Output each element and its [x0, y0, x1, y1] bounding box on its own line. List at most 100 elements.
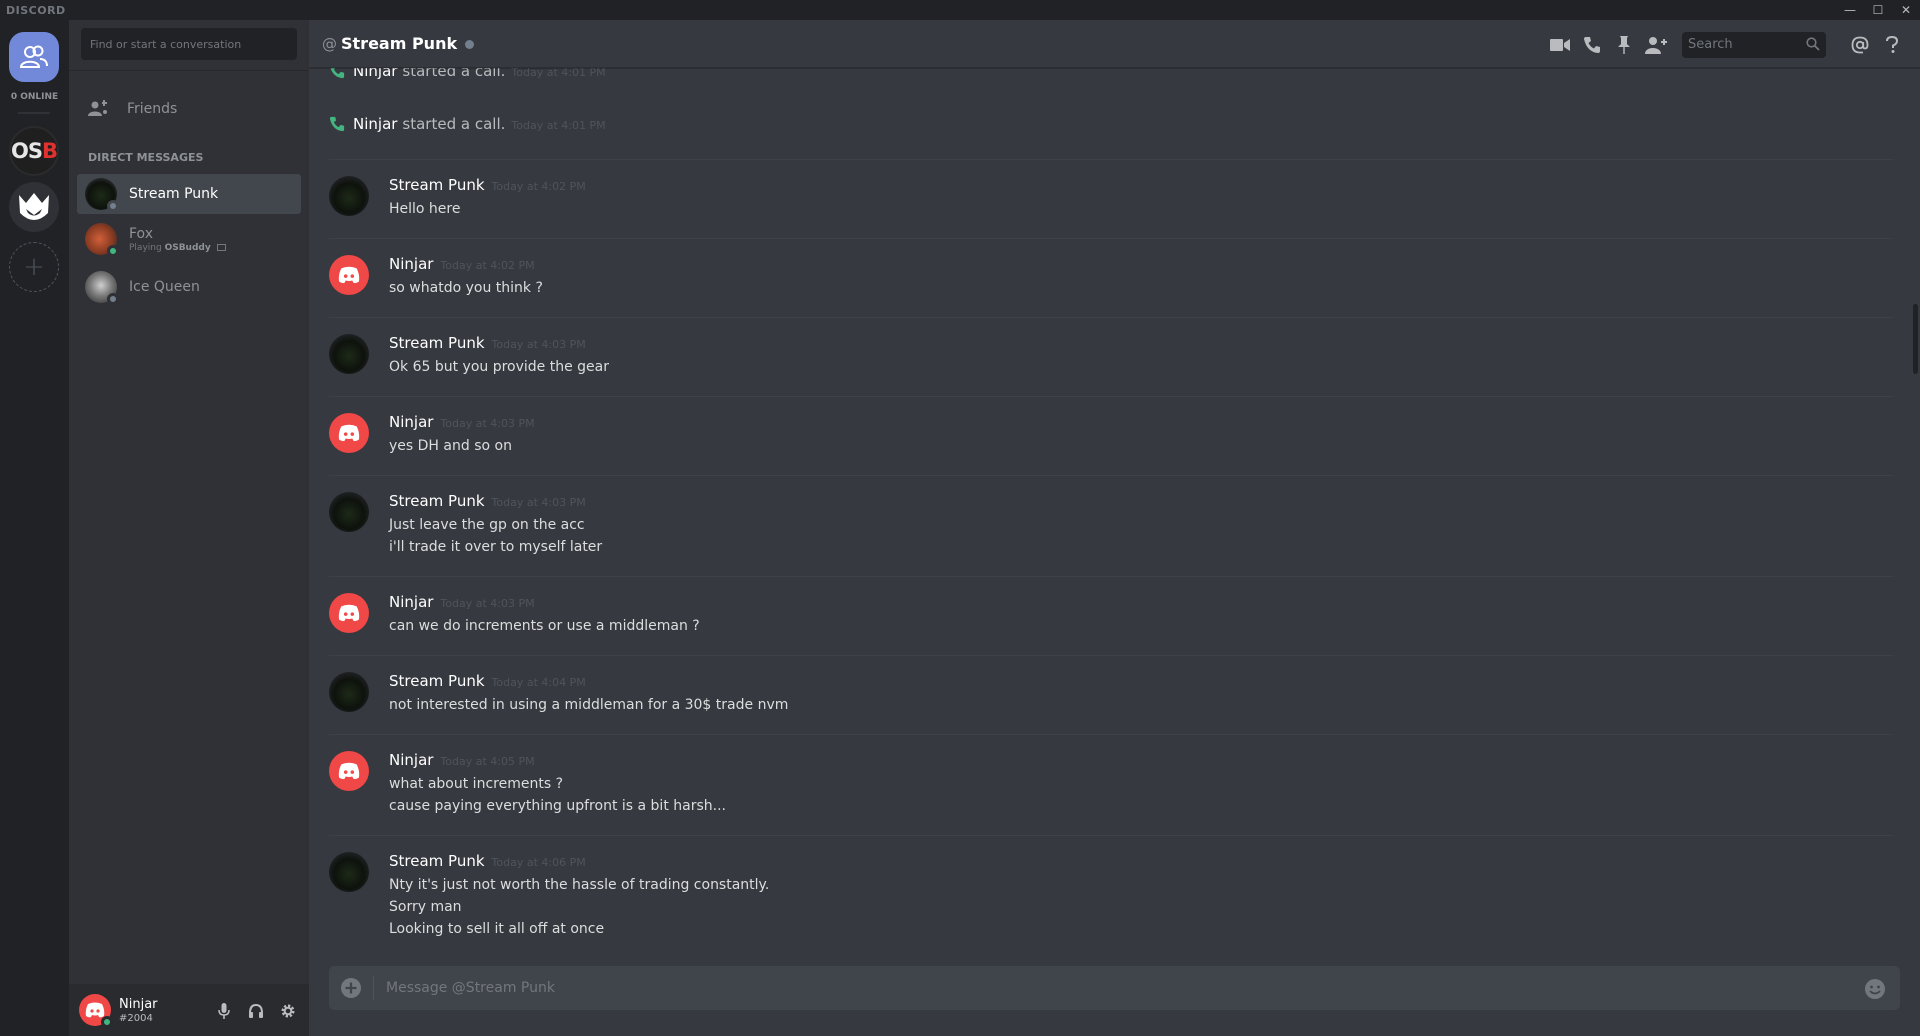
discord-logo-icon: [85, 1002, 105, 1018]
deafen-button[interactable]: [247, 1002, 265, 1020]
author-name[interactable]: Ninjar: [389, 751, 433, 769]
message-text: Hello here: [389, 201, 461, 217]
message-group: Ninjar Today at 4:05 PM what about increm…: [329, 734, 1893, 835]
author-name[interactable]: Ninjar: [389, 593, 433, 611]
author-name[interactable]: Stream Punk: [389, 176, 485, 194]
title-bar: DISCORD — ☐ ✕: [0, 0, 1920, 20]
find-conversation-input[interactable]: Find or start a conversation: [81, 28, 297, 60]
online-count: 0 ONLINE: [10, 92, 59, 102]
header-search-input[interactable]: Search: [1682, 32, 1826, 58]
at-sign: @: [322, 34, 337, 53]
message-text: Looking to sell it all off at once: [389, 921, 605, 937]
help-button[interactable]: [1880, 33, 1904, 57]
dm-item-ice-queen[interactable]: Ice Queen: [77, 267, 301, 307]
pinned-messages-button[interactable]: [1612, 33, 1636, 57]
author-avatar[interactable]: [329, 334, 369, 374]
channel-title: Stream Punk: [341, 34, 458, 53]
avatar: [85, 178, 119, 212]
author-avatar[interactable]: [329, 176, 369, 216]
message-scrollbar[interactable]: [1910, 68, 1920, 966]
discord-logo-icon: [338, 424, 360, 442]
status-dot: [107, 200, 119, 212]
author-avatar[interactable]: [329, 852, 369, 892]
author-name[interactable]: Ninjar: [389, 413, 433, 431]
video-camera-icon: [1550, 39, 1570, 51]
osb-logo: OSB: [11, 139, 58, 163]
dm-activity: Playing OSBuddy: [129, 243, 226, 253]
upload-button[interactable]: [329, 966, 373, 1010]
add-server-button[interactable]: +: [9, 242, 59, 292]
dm-name: Fox: [129, 225, 153, 242]
author-name[interactable]: Stream Punk: [389, 852, 485, 870]
user-avatar[interactable]: [79, 994, 113, 1028]
discord-logo-icon: [338, 604, 360, 622]
avatar: [85, 271, 119, 305]
user-settings-button[interactable]: [279, 1002, 297, 1020]
system-message: Ninjar started a call. Today at 4:01 PM: [329, 68, 606, 80]
timestamp: Today at 4:03 PM: [440, 597, 535, 610]
guild-separator: [18, 112, 50, 114]
timestamp: Today at 4:03 PM: [440, 417, 535, 430]
message-text: what about increments ?: [389, 776, 563, 792]
timestamp: Today at 4:06 PM: [491, 856, 586, 869]
author-avatar[interactable]: [329, 751, 369, 791]
home-button[interactable]: [9, 32, 59, 82]
help-icon: [1886, 36, 1898, 53]
guild-osb[interactable]: OSB: [9, 126, 59, 176]
timestamp: Today at 4:02 PM: [440, 259, 535, 272]
dm-item-stream-punk[interactable]: Stream Punk: [77, 174, 301, 214]
scrollbar-thumb[interactable]: [1913, 304, 1918, 374]
author-avatar[interactable]: [329, 672, 369, 712]
message-input[interactable]: Message @Stream Punk: [386, 980, 555, 996]
chat-area: @ Stream Punk Search Ninjar started a ca…: [309, 20, 1920, 1036]
author-avatar[interactable]: [329, 593, 369, 633]
friends-link[interactable]: Friends: [79, 89, 299, 129]
message-group: Stream Punk Today at 4:04 PM not interest…: [329, 655, 1893, 734]
friends-wave-icon: [88, 100, 107, 116]
video-call-button[interactable]: [1548, 33, 1572, 57]
user-name: Ninjar: [119, 996, 158, 1012]
dm-item-fox[interactable]: Fox Playing OSBuddy: [77, 219, 301, 259]
discord-logo-icon: [338, 266, 360, 284]
message-text: Sorry man: [389, 899, 462, 915]
mute-button[interactable]: [215, 1002, 233, 1020]
author-avatar[interactable]: [329, 413, 369, 453]
discord-logo-icon: [338, 762, 360, 780]
add-friend-icon: [1645, 37, 1667, 54]
author-avatar[interactable]: [329, 492, 369, 532]
composer-divider: [373, 976, 374, 1000]
crown-shield-icon: [19, 193, 49, 220]
close-button[interactable]: ✕: [1892, 0, 1920, 20]
header-toolbar: Search: [1540, 32, 1904, 58]
message-text: can we do increments or use a middleman …: [389, 618, 700, 634]
smiley-icon: [1865, 979, 1885, 999]
author-name[interactable]: Stream Punk: [389, 492, 485, 510]
message-group: Stream Punk Today at 4:03 PM Just leave t…: [329, 475, 1893, 576]
maximize-button[interactable]: ☐: [1864, 0, 1892, 20]
headphones-icon: [249, 1003, 263, 1018]
message-text: Ok 65 but you provide the gear: [389, 359, 610, 375]
author-name[interactable]: Ninjar: [389, 255, 433, 273]
window-controls: — ☐ ✕: [1836, 0, 1920, 20]
dm-section-header: DIRECT MESSAGES: [88, 151, 204, 164]
message-text: Nty it's just not worth the hassle of tr…: [389, 877, 770, 893]
timestamp: Today at 4:04 PM: [491, 676, 586, 689]
message-group: Stream Punk Today at 4:03 PM Ok 65 but yo…: [329, 317, 1893, 396]
emoji-button[interactable]: [1864, 978, 1886, 1004]
timestamp: Today at 4:02 PM: [491, 180, 586, 193]
status-dot: [107, 293, 119, 305]
guild-crown[interactable]: [9, 182, 59, 232]
microphone-icon: [218, 1003, 230, 1019]
mentions-button[interactable]: [1848, 33, 1872, 57]
author-name[interactable]: Stream Punk: [389, 334, 485, 352]
timestamp: Today at 4:05 PM: [440, 755, 535, 768]
dm-name: Stream Punk: [129, 186, 219, 202]
voice-call-button[interactable]: [1580, 33, 1604, 57]
status-dot: [107, 245, 119, 257]
minimize-button[interactable]: —: [1836, 0, 1864, 20]
gear-icon: [281, 1004, 295, 1018]
add-friend-button[interactable]: [1644, 33, 1668, 57]
author-avatar[interactable]: [329, 255, 369, 295]
author-name[interactable]: Stream Punk: [389, 672, 485, 690]
message-list: Ninjar started a call. Today at 4:01 PM …: [309, 68, 1904, 966]
